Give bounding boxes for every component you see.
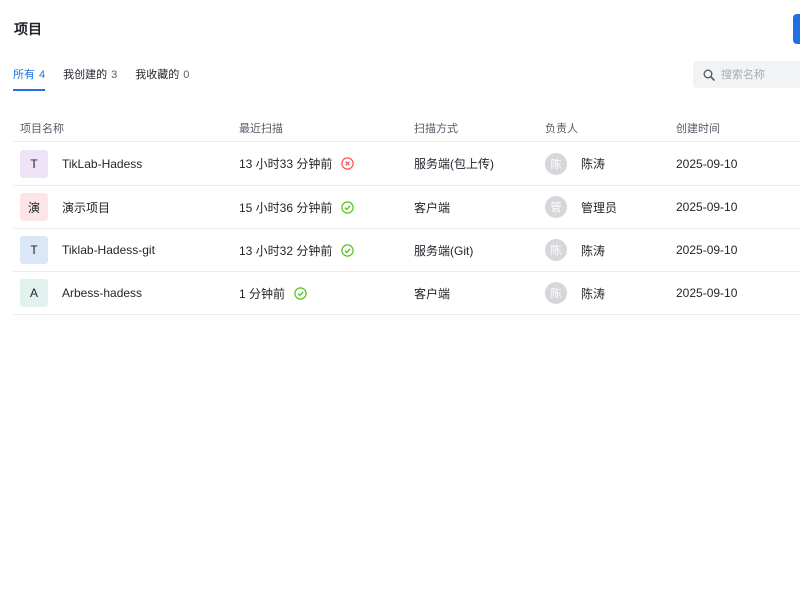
- avatar: 陈: [545, 282, 567, 304]
- tab-count: 0: [183, 69, 190, 81]
- project-name-cell: T Tiklab-Hadess-git: [20, 229, 155, 271]
- avatar: 陈: [545, 152, 567, 175]
- project-avatar: A: [20, 279, 48, 307]
- owner-name: 陈涛: [581, 286, 606, 301]
- scan-mode: 客户端: [414, 200, 451, 215]
- scan-mode: 客户端: [414, 286, 451, 301]
- last-scan-time: 13 小时32 分钟前: [239, 243, 333, 258]
- table-row[interactable]: 演演示项目 15 小时36 分钟前 客户端 管管理员 2025-09-10: [13, 186, 800, 229]
- search-icon: [703, 69, 715, 81]
- owner-name: 陈涛: [581, 243, 606, 258]
- created-cell: 2025-09-10: [676, 229, 737, 271]
- scan-mode-cell: 客户端: [414, 272, 450, 314]
- last-scan-time: 1 分钟前: [239, 286, 286, 301]
- scan-mode: 服务端(Git): [414, 243, 474, 258]
- last-scan-cell: 1 分钟前: [239, 272, 307, 314]
- project-avatar: T: [20, 236, 48, 264]
- last-scan-cell: 13 小时32 分钟前: [239, 229, 355, 271]
- check-circle-icon: [341, 200, 355, 214]
- project-name-link[interactable]: TikLab-Hadess: [62, 157, 142, 171]
- projects-page: 项目 所有 4 我创建的3 我收藏的0 项目名称 最近扫描 扫描方式 负责人 创建…: [0, 0, 800, 600]
- tab-favorites[interactable]: 我收藏的 0: [135, 67, 189, 91]
- scan-mode-cell: 服务端(Git): [414, 229, 473, 271]
- avatar: 陈: [545, 239, 567, 261]
- created-date: 2025-09-10: [676, 286, 738, 300]
- tab-label: 我创建的: [63, 69, 108, 81]
- project-avatar: 演: [20, 193, 48, 221]
- tab-count: 4: [39, 69, 46, 81]
- owner-cell: 陈陈涛: [545, 142, 605, 185]
- last-scan-cell: 15 小时36 分钟前: [239, 186, 355, 228]
- column-header-name: 项目名称: [20, 123, 64, 135]
- project-name-link[interactable]: Arbess-hadess: [62, 286, 142, 300]
- owner-name: 管理员: [581, 200, 618, 215]
- table-body: T TikLab-Hadess 13 小时33 分钟前 服务端(包上传) 陈陈涛 2025…: [13, 142, 800, 315]
- projects-table: 项目名称 最近扫描 扫描方式 负责人 创建时间 T TikLab-Hadess 13…: [13, 110, 800, 315]
- scan-mode-cell: 服务端(包上传): [414, 142, 494, 185]
- created-cell: 2025-09-10: [676, 186, 737, 228]
- owner-cell: 陈陈涛: [545, 272, 605, 314]
- created-date: 2025-09-10: [676, 156, 738, 171]
- owner-name: 陈涛: [581, 157, 606, 171]
- error-circle-icon: [341, 157, 355, 170]
- last-scan-cell: 13 小时33 分钟前: [239, 142, 355, 185]
- project-name-cell: 演演示项目: [20, 186, 110, 228]
- created-date: 2025-09-10: [676, 200, 738, 214]
- project-tabs: 所有 4 我创建的 3 我收藏的 0: [13, 67, 207, 93]
- project-avatar: T: [20, 149, 48, 178]
- table-row[interactable]: T Tiklab-Hadess-git 13 小时32 分钟前 服务端(Git) 陈陈涛…: [13, 229, 800, 272]
- scan-mode: 服务端(包上传): [414, 157, 494, 171]
- project-name-link[interactable]: 演示项目: [62, 199, 110, 216]
- scan-mode-cell: 客户端: [414, 186, 450, 228]
- search-input[interactable]: [721, 68, 800, 81]
- search-box[interactable]: [693, 61, 800, 88]
- last-scan-time: 13 小时33 分钟前: [239, 157, 333, 171]
- owner-cell: 陈陈涛: [545, 229, 605, 271]
- check-circle-icon: [341, 243, 355, 257]
- last-scan-time: 15 小时36 分钟前: [239, 200, 333, 215]
- project-name-cell: A Arbess-hadess: [20, 272, 142, 314]
- tab-label: 所有: [13, 69, 35, 81]
- project-name-cell: T TikLab-Hadess: [20, 142, 142, 185]
- page-title: 项目: [14, 21, 42, 37]
- owner-cell: 管管理员: [545, 186, 617, 228]
- column-header-last-scan: 最近扫描: [239, 123, 283, 135]
- tab-count: 3: [111, 69, 118, 81]
- avatar: 管: [545, 196, 567, 218]
- column-header-scan-mode: 扫描方式: [414, 123, 458, 135]
- create-project-button[interactable]: [793, 14, 800, 44]
- tab-all[interactable]: 所有 4: [13, 67, 46, 91]
- table-header: 项目名称 最近扫描 扫描方式 负责人 创建时间: [13, 110, 800, 142]
- column-header-created: 创建时间: [676, 123, 720, 135]
- tab-label: 我收藏的: [135, 69, 180, 81]
- project-name-link[interactable]: Tiklab-Hadess-git: [62, 243, 155, 257]
- check-circle-icon: [294, 286, 307, 300]
- table-row[interactable]: A Arbess-hadess 1 分钟前 客户端 陈陈涛 2025-09-10: [13, 272, 800, 315]
- column-header-owner: 负责人: [545, 123, 578, 135]
- created-cell: 2025-09-10: [676, 142, 737, 185]
- created-date: 2025-09-10: [676, 243, 738, 257]
- table-row[interactable]: T TikLab-Hadess 13 小时33 分钟前 服务端(包上传) 陈陈涛 2025…: [13, 142, 800, 186]
- tab-created-by-me[interactable]: 我创建的 3: [63, 67, 117, 91]
- created-cell: 2025-09-10: [676, 272, 737, 314]
